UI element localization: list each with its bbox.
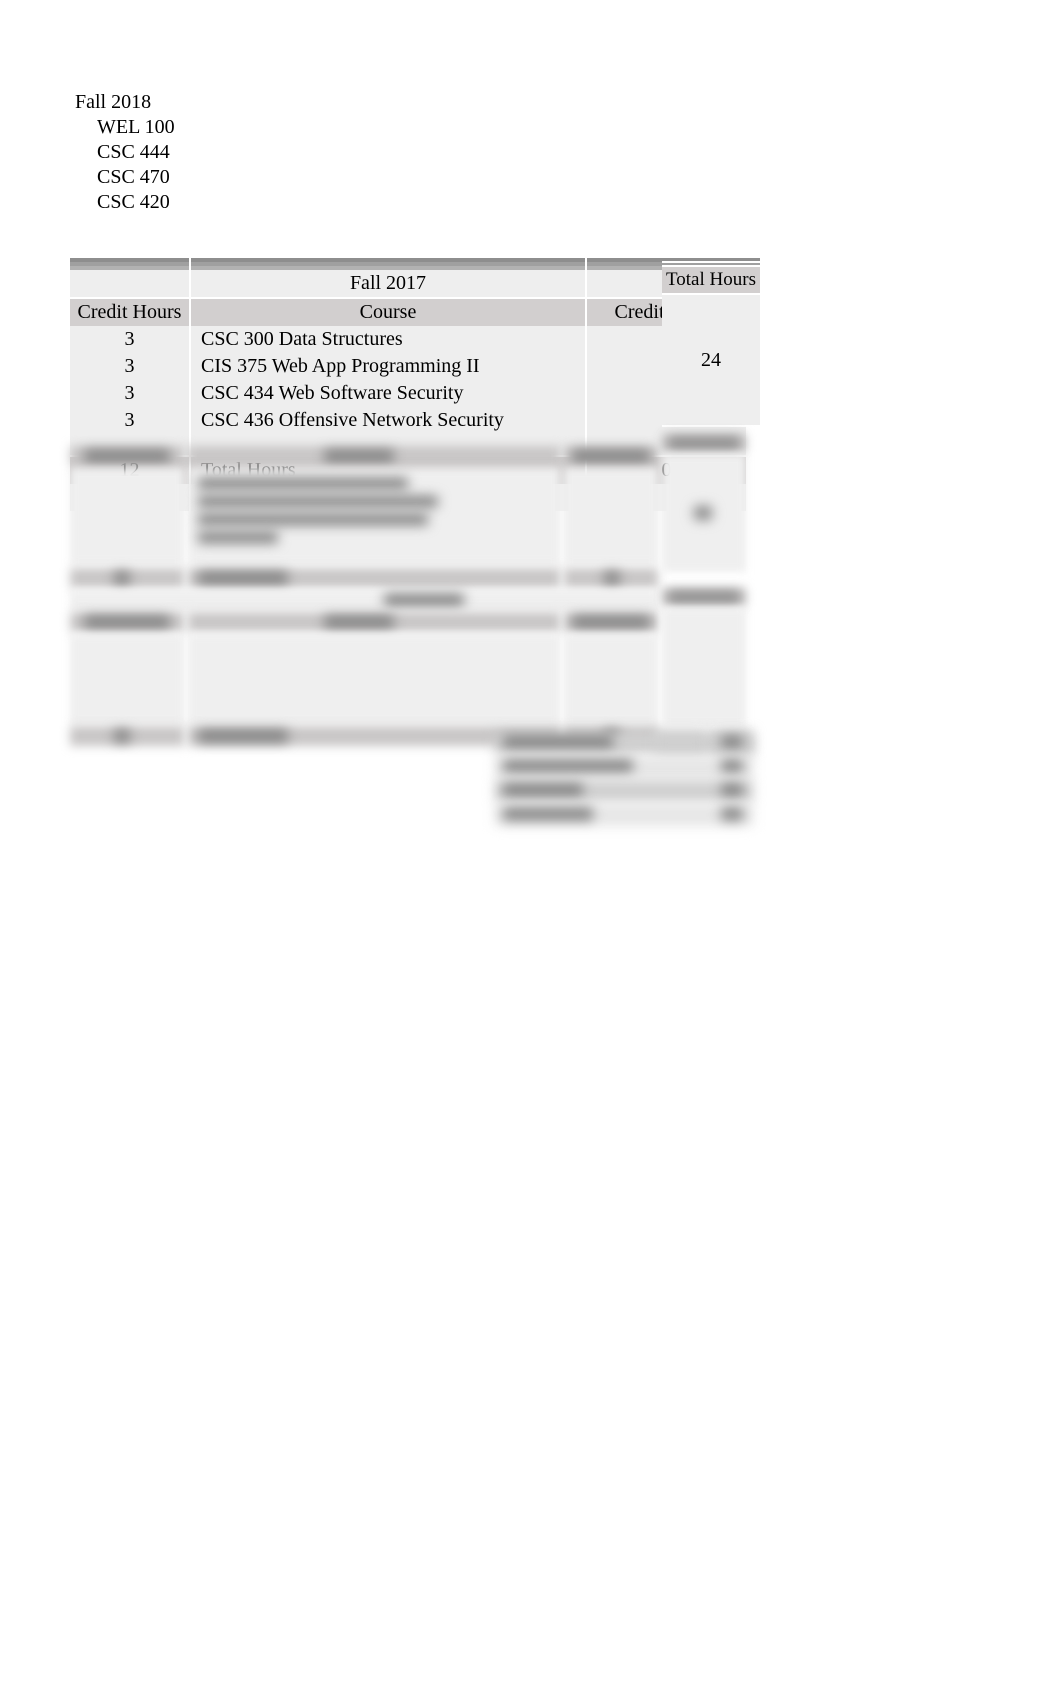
credit-hours-cell: 3	[70, 380, 190, 407]
column-header-credit-hours: Credit Hours	[70, 298, 190, 326]
credit-hours-cell: 3	[70, 407, 190, 434]
total-hours-header: Total Hours	[662, 266, 760, 294]
top-course-item: WEL 100	[97, 115, 175, 140]
top-course-item: CSC 444	[97, 140, 175, 165]
top-course-list: Fall 2018 WEL 100 CSC 444 CSC 470 CSC 42…	[75, 90, 175, 215]
totals-column: Total Hours 24	[662, 258, 746, 427]
top-semester-label: Fall 2018	[75, 90, 175, 115]
semester-title: Fall 2017	[190, 270, 586, 298]
top-course-item: CSC 470	[97, 165, 175, 190]
total-hours-value: 24	[662, 294, 760, 426]
course-cell: CSC 436 Offensive Network Security	[190, 407, 586, 434]
credit-hours-cell: 3	[70, 353, 190, 380]
course-cell: CIS 375 Web App Programming II	[190, 353, 586, 380]
credit-hours-cell: 3	[70, 326, 190, 353]
course-cell: CSC 300 Data Structures	[190, 326, 586, 353]
top-course-item: CSC 420	[97, 190, 175, 215]
column-header-course: Course	[190, 298, 586, 326]
obscured-summary	[495, 732, 753, 828]
course-cell: CSC 434 Web Software Security	[190, 380, 586, 407]
